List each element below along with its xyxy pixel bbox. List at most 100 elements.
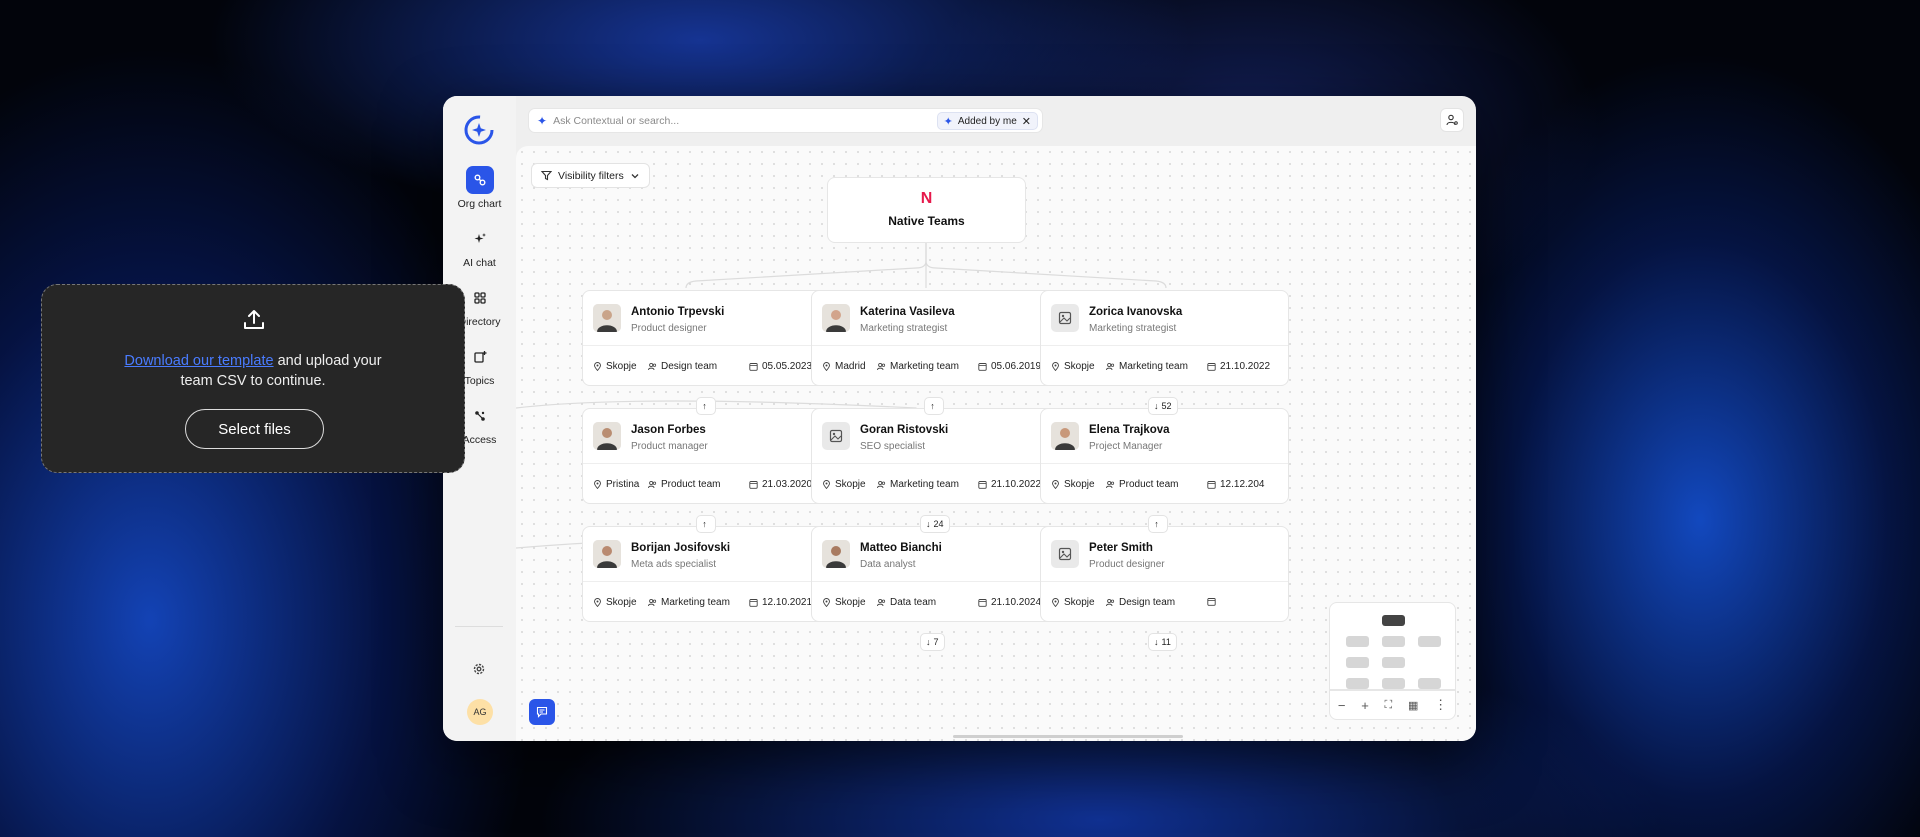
person-card[interactable]: Katerina Vasileva Marketing strategist Mad…: [811, 290, 1060, 386]
person-card[interactable]: Antonio Trpevski Product designer Skopje De…: [582, 290, 831, 386]
expand-collapse-button[interactable]: ↓ 24: [920, 515, 950, 533]
sidebar-item-org-chart[interactable]: Org chart: [443, 166, 516, 210]
person-start-date: [1207, 597, 1220, 606]
zoom-out-button[interactable]: −: [1338, 698, 1346, 713]
location-text: Skopje: [606, 361, 637, 372]
minimap-node: [1346, 678, 1369, 689]
person-name: Peter Smith: [1089, 542, 1153, 554]
root-node-name: Native Teams: [888, 214, 965, 228]
date-text: 21.10.2024: [991, 597, 1042, 608]
search-input[interactable]: ✦ Ask Contextual or search... ✦ Added by…: [528, 108, 1043, 133]
team-text: Product team: [1119, 479, 1179, 490]
sidebar-item-label: AI chat: [463, 257, 496, 269]
card-divider: [1041, 463, 1288, 464]
expand-collapse-button[interactable]: ↑: [696, 515, 716, 533]
zoom-in-button[interactable]: +: [1361, 698, 1369, 713]
card-divider: [1041, 581, 1288, 582]
team-icon: [648, 480, 657, 489]
person-card[interactable]: Goran Ristovski SEO specialist Skopje Marke…: [811, 408, 1060, 504]
location-text: Skopje: [606, 597, 637, 608]
person-card[interactable]: Elena Trajkova Project Manager Skopje Produ…: [1040, 408, 1289, 504]
app-logo-icon[interactable]: [461, 112, 497, 148]
visibility-filters-dropdown[interactable]: Visibility filters: [531, 163, 650, 188]
expander-count: 24: [933, 519, 944, 529]
person-location: Skopje: [1051, 361, 1095, 372]
close-icon[interactable]: ✕: [1022, 115, 1031, 128]
team-icon: [877, 598, 886, 607]
horizontal-scrollbar[interactable]: [953, 735, 1183, 738]
person-team: Design team: [648, 361, 717, 372]
team-text: Design team: [1119, 597, 1176, 608]
sidebar-item-label: Topics: [464, 375, 495, 387]
visibility-filters-label: Visibility filters: [558, 169, 624, 182]
sparkle-icon: ✦: [943, 115, 953, 128]
person-card[interactable]: Jason Forbes Product manager Pristina Produ…: [582, 408, 831, 504]
person-name: Antonio Trpevski: [631, 306, 725, 318]
date-text: 21.10.2022: [1220, 361, 1271, 372]
person-location: Pristina: [593, 479, 639, 490]
more-options-button[interactable]: ⋮: [1434, 697, 1447, 713]
expand-collapse-button[interactable]: ↑: [696, 397, 716, 415]
upload-text-line2: team CSV to continue.: [180, 373, 326, 389]
org-chart-canvas[interactable]: Visibility filters N Native Teams Antoni…: [516, 146, 1476, 741]
minimap-root-node: [1382, 615, 1405, 626]
location-text: Skopje: [1064, 361, 1095, 372]
person-location: Skopje: [1051, 479, 1095, 490]
person-name: Zorica Ivanovska: [1089, 306, 1183, 318]
select-files-button[interactable]: Select files: [185, 409, 324, 449]
team-text: Marketing team: [890, 361, 959, 372]
gear-icon[interactable]: [472, 662, 486, 676]
chevron-down-icon: [631, 173, 639, 178]
filter-chip-added-by-me[interactable]: ✦ Added by me ✕: [936, 112, 1038, 130]
team-icon: [1106, 362, 1115, 371]
person-team: Product team: [1106, 479, 1178, 490]
chat-button[interactable]: [529, 699, 555, 725]
user-avatar[interactable]: AG: [467, 699, 493, 725]
calendar-icon: [749, 480, 758, 489]
expand-collapse-button[interactable]: ↑: [924, 397, 944, 415]
sidebar-item-ai-chat[interactable]: AI chat: [443, 225, 516, 269]
expand-collapse-button[interactable]: ↑: [1148, 515, 1168, 533]
org-chart-icon: [465, 166, 494, 194]
fit-view-button[interactable]: ⛶: [1385, 699, 1393, 712]
team-text: Marketing team: [1119, 361, 1188, 372]
person-card[interactable]: Borijan Josifovski Meta ads specialist Sko…: [582, 526, 831, 622]
expander-count: 11: [1161, 637, 1171, 647]
person-team: Data team: [877, 597, 936, 608]
expander-count: 7: [933, 637, 939, 647]
expand-collapse-button[interactable]: ↓ 52: [1148, 397, 1178, 415]
minimap[interactable]: [1329, 602, 1456, 690]
filter-icon: [541, 170, 552, 181]
access-icon: [466, 402, 494, 430]
image-placeholder-icon: [822, 422, 850, 450]
location-pin-icon: [593, 362, 602, 371]
user-settings-button[interactable]: [1440, 108, 1464, 132]
expander-count: 52: [1161, 401, 1172, 411]
root-node-native-teams[interactable]: N Native Teams: [827, 177, 1026, 243]
team-icon: [877, 480, 886, 489]
arrow-icon: ↓: [1154, 401, 1159, 411]
app-window: Org chart AI chat Directory Topics Acces…: [443, 96, 1476, 741]
person-card[interactable]: Matteo Bianchi Data analyst Skopje Data tea…: [811, 526, 1060, 622]
location-pin-icon: [822, 480, 831, 489]
card-divider: [812, 463, 1059, 464]
date-text: 05.05.2023: [762, 361, 813, 372]
person-role: Product manager: [631, 441, 708, 452]
card-divider: [812, 581, 1059, 582]
person-avatar: [593, 540, 621, 568]
person-start-date: 21.10.2024: [978, 597, 1041, 608]
expand-collapse-button[interactable]: ↓ 11: [1148, 633, 1177, 651]
chat-icon: [536, 706, 548, 718]
download-template-link[interactable]: Download our template: [124, 353, 273, 369]
person-card[interactable]: Peter Smith Product designer Skopje Design …: [1040, 526, 1289, 622]
expand-collapse-button[interactable]: ↓ 7: [920, 633, 945, 651]
person-location: Madrid: [822, 361, 866, 372]
csv-upload-panel[interactable]: Download our template and upload your te…: [41, 284, 465, 473]
arrow-icon: ↑: [1154, 519, 1159, 529]
person-start-date: 21.10.2022: [1207, 361, 1270, 372]
person-card[interactable]: Zorica Ivanovska Marketing strategist Skop…: [1040, 290, 1289, 386]
sparkle-icon: ✦: [537, 113, 548, 128]
top-bar: ✦ Ask Contextual or search... ✦ Added by…: [516, 96, 1476, 146]
person-location: Skopje: [822, 479, 866, 490]
map-toggle-button[interactable]: ▦: [1408, 699, 1418, 712]
